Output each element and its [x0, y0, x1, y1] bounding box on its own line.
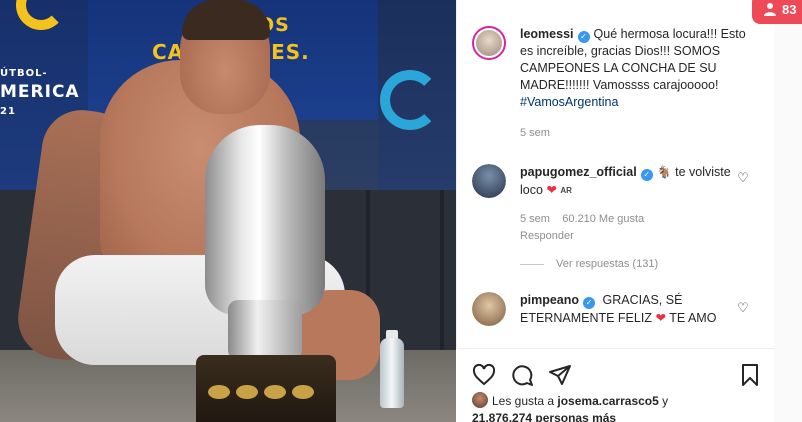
bookmark-icon[interactable]	[738, 363, 762, 387]
verified-icon: ✓	[577, 31, 590, 43]
reply-button[interactable]: Responder	[520, 228, 752, 245]
liker-avatar	[472, 392, 488, 408]
liker-username[interactable]: josema.carrasco5	[557, 394, 658, 408]
notification-count: 83	[782, 1, 797, 17]
banner-america-text: MERICA	[0, 82, 80, 102]
likes-summary: Les gusta a josema.carrasco5 y 21.876.27…	[472, 392, 668, 422]
water-bottle	[380, 338, 404, 408]
comment-item: pimpeano ✓ GRACIAS, SÉ ETERNAMENTE FELIZ …	[472, 292, 762, 342]
post-time[interactable]: 5 sem	[520, 125, 752, 142]
argentina-flag-icon: AR	[560, 186, 572, 195]
trophy-plate	[292, 385, 314, 399]
comment-username[interactable]: papugomez_official	[520, 165, 637, 179]
divider-line	[520, 263, 544, 265]
comment-likes[interactable]: 60.210 Me gusta	[562, 213, 644, 225]
author-avatar[interactable]	[472, 26, 506, 60]
red-heart-icon: ❤	[655, 310, 666, 325]
view-replies-button[interactable]: Ver respuestas (131)	[520, 258, 658, 270]
notification-badge[interactable]: 83	[752, 0, 802, 24]
trophy-plate	[264, 385, 286, 399]
likes-prefix: Les gusta a	[492, 394, 555, 408]
goat-emoji-icon: 🐐	[656, 165, 672, 179]
comment-like-heart-icon[interactable]: ♡	[736, 302, 750, 316]
likes-count[interactable]: 21.876.274 personas más	[472, 411, 616, 422]
banner-futbol-text: ÚTBOL-	[0, 68, 48, 79]
hashtag-link[interactable]: #VamosArgentina	[520, 95, 618, 109]
comment-time[interactable]: 5 sem	[520, 213, 550, 225]
swirl-graphic	[380, 70, 440, 130]
trophy-plate	[236, 385, 258, 399]
send-icon[interactable]	[548, 363, 572, 387]
caption-line1: Qué hermosa locura!!!	[593, 27, 718, 41]
post-caption: leomessi ✓ Qué hermosa locura!!! Esto es i…	[472, 26, 762, 146]
red-heart-icon: ❤	[546, 182, 557, 197]
trophy-cup	[205, 125, 325, 315]
player-hair	[182, 0, 270, 40]
comment-like-heart-icon[interactable]: ♡	[736, 172, 750, 186]
likes-connector: y	[662, 394, 669, 408]
comment-item: papugomez_official ✓ 🐐 te volviste loco ❤ …	[472, 164, 762, 244]
trophy-stem	[228, 300, 302, 360]
heart-icon[interactable]	[472, 363, 496, 387]
commenter-avatar[interactable]	[472, 164, 506, 198]
person-icon	[764, 3, 776, 16]
banner-year-text: 21	[0, 106, 16, 117]
verified-icon: ✓	[640, 169, 653, 181]
side-gutter	[774, 0, 802, 422]
commenter-avatar[interactable]	[472, 292, 506, 326]
view-replies-label: Ver respuestas (131)	[556, 258, 659, 270]
comment-username[interactable]: pimpeano	[520, 293, 579, 307]
comment-icon[interactable]	[510, 363, 534, 387]
post-photo[interactable]: VAMOS CAMPEONES. ÚTBOL- MERICA 21	[0, 0, 456, 422]
trophy-plate	[208, 385, 230, 399]
author-username[interactable]: leomessi	[520, 27, 574, 41]
comment-text-end: TE AMO	[669, 311, 717, 325]
verified-icon: ✓	[583, 297, 596, 309]
